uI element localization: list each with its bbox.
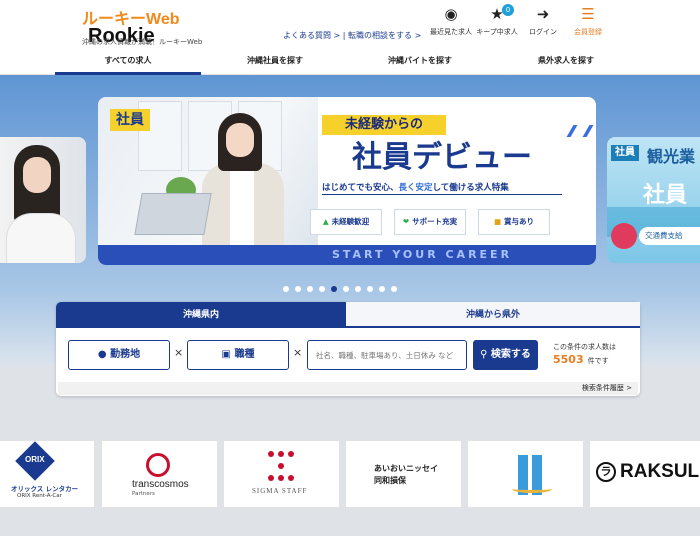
- login-label: ログイン: [529, 28, 557, 36]
- location-select[interactable]: ● 勤務地: [68, 340, 170, 370]
- partner-aioi-nissay[interactable]: あいおいニッセイ 同和損保: [345, 440, 462, 508]
- partner-transcosmos[interactable]: transcosmos Partners: [101, 440, 218, 508]
- banner-kicker: 未経験からの: [322, 115, 446, 135]
- register-icon: ☰: [581, 5, 595, 23]
- sigma-logo-icon: [268, 451, 294, 483]
- nav-okinawa-fulltime[interactable]: 沖縄社員を探す: [205, 50, 345, 75]
- carousel-dot[interactable]: [295, 286, 301, 292]
- chip-inexperienced: ▲ 未経験歓迎: [310, 209, 382, 235]
- job-search-panel: 沖縄県内 沖縄から県外 ● 勤務地 × ▣ 職種 × ⚲ 検索する この条件の求…: [56, 302, 640, 396]
- carousel-dot[interactable]: [283, 286, 289, 292]
- gift-icon: ■: [493, 217, 502, 226]
- banner-title: 社員デビュー: [352, 140, 532, 175]
- search-icon: ⚲: [480, 349, 488, 360]
- carousel-dot[interactable]: [343, 286, 349, 292]
- stripe-decoration: [566, 125, 594, 137]
- partner-il[interactable]: [467, 440, 584, 508]
- carousel-dot[interactable]: [367, 286, 373, 292]
- eye-icon: ◉: [444, 5, 458, 23]
- recently-viewed-button[interactable]: ◉ 最近見た求人: [426, 6, 476, 37]
- partner-sigma-staff[interactable]: SIGMA STAFF: [223, 440, 340, 508]
- prev-slide-banner[interactable]: [0, 137, 86, 263]
- partner-raksul[interactable]: ラ RAKSUL: [589, 440, 700, 508]
- tab-okinawa[interactable]: 沖縄県内: [56, 302, 346, 328]
- login-icon: ➜: [536, 5, 550, 23]
- site-header: Rookie ルーキーWeb 沖縄の求人情報が満載！ルーキーWeb よくある質問 …: [0, 0, 700, 50]
- search-history-link[interactable]: 検索条件履歴 >: [58, 382, 638, 395]
- leaf-icon: ▲: [322, 217, 329, 226]
- logo-tagline: 沖縄の求人情報が満載！ルーキーWeb: [82, 38, 203, 46]
- chip-support: ❤ サポート充実: [394, 209, 466, 235]
- site-logo[interactable]: Rookie ルーキーWeb 沖縄の求人情報が満載！ルーキーWeb: [82, 5, 212, 49]
- job-count-value: 5503: [553, 353, 584, 366]
- nav-outside-prefecture[interactable]: 県外求人を探す: [496, 50, 636, 75]
- carousel-dot[interactable]: [355, 286, 361, 292]
- job-count: この条件の求人数は 5503 件です: [553, 343, 616, 366]
- register-button[interactable]: ☰ 会員登録: [563, 6, 613, 37]
- hands-icon: ❤: [402, 217, 410, 226]
- featured-banner[interactable]: 社員 未経験からの 社員デビュー はじめてでも安心、長く安定して働ける求人特集 …: [98, 97, 596, 265]
- register-label: 会員登録: [574, 28, 602, 36]
- carousel-dot[interactable]: [379, 286, 385, 292]
- cross-separator: ×: [174, 346, 184, 359]
- faq-link[interactable]: よくある質問 >: [283, 31, 340, 40]
- recently-viewed-label: 最近見た求人: [430, 28, 472, 36]
- raksul-logo-icon: ラ: [596, 462, 616, 482]
- kept-count-badge: 0: [502, 4, 514, 16]
- star-icon: ★: [490, 5, 504, 23]
- next-slide-banner[interactable]: 社員 観光業 社員 交通費支給: [607, 137, 700, 263]
- nav-all-jobs[interactable]: すべての求人: [55, 50, 201, 75]
- briefcase-icon: ▣: [221, 349, 231, 360]
- kept-jobs-label: キープ中求人: [476, 28, 518, 36]
- hibiscus-icon: [611, 223, 637, 249]
- category-select[interactable]: ▣ 職種: [187, 340, 289, 370]
- carousel-dot[interactable]: [331, 286, 337, 292]
- search-button[interactable]: ⚲ 検索する: [473, 340, 538, 370]
- carousel-dot[interactable]: [319, 286, 325, 292]
- banner-tag: 社員: [110, 109, 150, 131]
- partner-orix[interactable]: ORIX オリックス レンタカー ORIX Rent-A-Car: [0, 440, 95, 508]
- carousel-dot[interactable]: [307, 286, 313, 292]
- partner-logos: ORIX オリックス レンタカー ORIX Rent-A-Car transco…: [0, 438, 700, 536]
- il-logo-icon: [512, 455, 552, 495]
- chip-bonus: ■ 賞与あり: [478, 209, 550, 235]
- banner-subtitle: はじめてでも安心、長く安定して働ける求人特集: [322, 181, 562, 195]
- banner-footer: START YOUR CAREER: [98, 245, 596, 265]
- carousel-dot[interactable]: [391, 286, 397, 292]
- main-nav: すべての求人 沖縄社員を探す 沖縄バイトを探す 県外求人を探す: [0, 50, 700, 75]
- tab-outside[interactable]: 沖縄から県外: [346, 302, 640, 328]
- globe-icon: [146, 453, 170, 477]
- map-pin-icon: ●: [97, 349, 107, 360]
- consult-link[interactable]: 転職の相談をする >: [348, 31, 421, 40]
- kept-jobs-button[interactable]: ★ 0 キープ中求人: [472, 4, 522, 37]
- nav-okinawa-parttime[interactable]: 沖縄バイトを探す: [350, 50, 490, 75]
- keyword-input[interactable]: [307, 340, 467, 370]
- header-links: よくある質問 > | 転職の相談をする >: [283, 30, 421, 41]
- carousel-dots: [283, 277, 403, 292]
- login-button[interactable]: ➜ ログイン: [518, 6, 568, 37]
- cross-separator: ×: [293, 346, 303, 359]
